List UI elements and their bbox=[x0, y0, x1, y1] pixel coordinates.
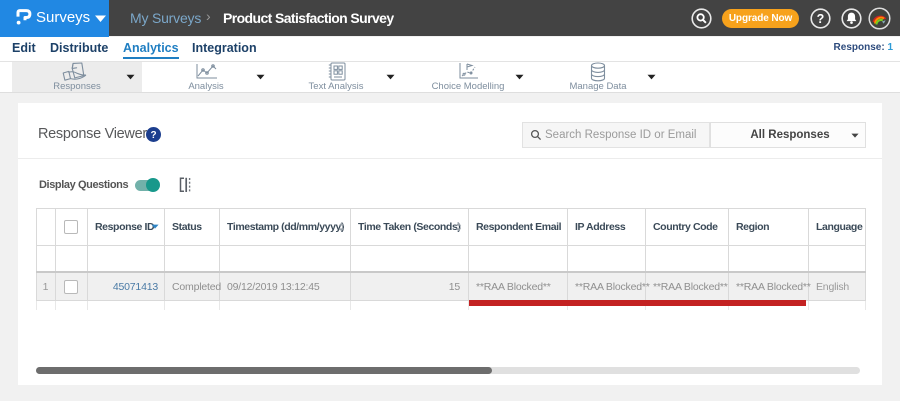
svg-text:?: ? bbox=[817, 12, 825, 26]
svg-text:?: ? bbox=[150, 130, 156, 141]
